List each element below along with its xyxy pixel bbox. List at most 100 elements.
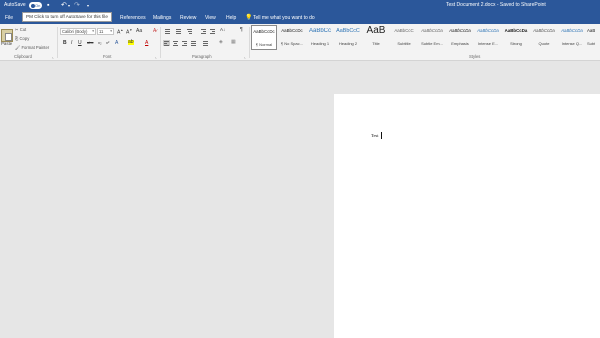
style-preview: AaBbCc <box>308 28 331 34</box>
tab-mailings[interactable]: Mailings <box>153 15 171 21</box>
cut-button[interactable]: ✂ Cut <box>15 27 26 32</box>
subscript-button[interactable]: x₂ <box>98 40 102 45</box>
tab-review[interactable]: Review <box>180 15 196 21</box>
format-painter-label: Format Painter <box>21 45 50 50</box>
font-size-value: 11 <box>99 29 104 34</box>
font-color-icon[interactable]: A <box>145 40 148 46</box>
tab-help[interactable]: Help <box>226 15 236 21</box>
align-left-icon[interactable] <box>163 40 170 46</box>
numbering-icon[interactable] <box>175 28 182 34</box>
style-name: Strong <box>510 41 522 46</box>
font-name-value: Calibri (Body) <box>62 29 88 34</box>
style-preview: AaBbCcC <box>394 28 414 33</box>
style-name: Subtitle <box>397 41 411 46</box>
tab-references[interactable]: References <box>120 15 146 21</box>
style-preview: AaBbCcDa <box>504 28 528 33</box>
style-quote[interactable]: AaBbCcDa Quote <box>531 25 557 50</box>
decrease-indent-icon[interactable] <box>200 28 207 34</box>
bullets-icon[interactable] <box>164 28 171 34</box>
multilevel-list-icon[interactable] <box>186 28 193 34</box>
save-icon[interactable]: ▪ <box>47 1 49 11</box>
style-preview: AaBbCcDc <box>253 29 275 34</box>
borders-icon[interactable]: ▦ <box>231 39 236 45</box>
undo-icon[interactable]: ↶ <box>61 1 67 11</box>
font-group-label: Font <box>103 54 112 59</box>
style-name: Intense E... <box>477 41 499 46</box>
style-name: Title <box>372 41 380 46</box>
paragraph-launcher-icon[interactable]: ⌞ <box>244 54 246 59</box>
style-heading-1[interactable]: AaBbCc Heading 1 <box>307 25 333 50</box>
style-name: ¶ No Spac... <box>281 41 303 46</box>
line-spacing-icon[interactable] <box>202 40 209 46</box>
tab-file[interactable]: File <box>5 15 13 21</box>
copy-label: Copy <box>19 36 30 41</box>
style-preview: AaB <box>366 25 386 36</box>
pilcrow-icon[interactable]: ¶ <box>240 27 243 33</box>
style-name: ¶ Normal <box>255 42 273 47</box>
group-divider <box>57 27 58 58</box>
ribbon: Paste ✂ Cut ⎘ Copy 🖌 Format Painter Clip… <box>0 24 600 61</box>
style-subtitle[interactable]: AaBbCcC Subtitle <box>391 25 417 50</box>
chevron-down-icon: ▾ <box>110 29 112 33</box>
style-emphasis[interactable]: AaBbCcDa Emphasis <box>447 25 473 50</box>
style-intense-quote[interactable]: AaBbCcDa Intense Q... <box>559 25 585 50</box>
shrink-font-icon[interactable]: A▼ <box>126 28 132 36</box>
change-case-icon[interactable]: Aa <box>136 28 142 34</box>
tell-me-search[interactable]: Tell me what you want to do <box>253 15 315 21</box>
highlight-color-icon[interactable]: ab <box>128 40 134 45</box>
style-strong[interactable]: AaBbCcDa Strong <box>503 25 529 50</box>
styles-gallery: AaBbCcDc ¶ Normal AaBbCcDc ¶ No Spac... … <box>250 25 595 51</box>
clear-formatting-icon[interactable]: A̷ <box>153 28 156 34</box>
style-name: Subt... <box>587 41 595 46</box>
paste-button[interactable]: Paste <box>1 41 12 46</box>
document-text[interactable]: Test <box>371 133 379 138</box>
style-name: Intense Q... <box>561 41 583 46</box>
text-cursor <box>381 132 382 139</box>
style-normal[interactable]: AaBbCcDc ¶ Normal <box>251 25 277 50</box>
undo-dropdown-icon[interactable]: ▾ <box>68 1 70 11</box>
style-preview: AaBbCcDa <box>587 28 595 33</box>
font-name-combo[interactable]: Calibri (Body) ▾ <box>60 28 96 35</box>
style-preview: AaBbCcC <box>336 28 360 34</box>
styles-group-label: Styles <box>469 54 481 59</box>
paragraph-group-label: Paragraph <box>192 54 212 59</box>
sort-icon[interactable]: A↓ <box>220 27 225 32</box>
redo-icon[interactable]: ↷ <box>74 1 80 11</box>
style-subtle-reference[interactable]: AaBbCcDa Subt... <box>587 25 595 50</box>
customize-qat-icon[interactable]: ▾ <box>87 1 89 11</box>
shading-icon[interactable]: ◈ <box>219 39 223 45</box>
italic-button[interactable]: I <box>71 40 72 46</box>
text-effects-icon[interactable]: A <box>115 40 118 46</box>
justify-icon[interactable] <box>190 40 197 46</box>
grow-font-icon[interactable]: A▲ <box>117 28 123 36</box>
style-subtle-emphasis[interactable]: AaBbCcDa Subtle Em... <box>419 25 445 50</box>
style-intense-emphasis[interactable]: AaBbCcDa Intense E... <box>475 25 501 50</box>
increase-indent-icon[interactable] <box>209 28 216 34</box>
chevron-down-icon: ▾ <box>92 29 94 33</box>
clipboard-launcher-icon[interactable]: ⌞ <box>52 54 54 59</box>
style-title[interactable]: AaB Title <box>363 25 389 50</box>
align-right-icon[interactable] <box>181 40 188 46</box>
style-preview: AaBbCcDa <box>421 28 443 33</box>
document-page[interactable]: Test <box>334 94 600 338</box>
bold-button[interactable]: B <box>63 40 67 46</box>
style-name: Heading 1 <box>310 41 330 46</box>
strikethrough-button[interactable]: abc <box>87 40 93 45</box>
style-preview: AaBbCcDa <box>561 28 583 33</box>
tab-view[interactable]: View <box>205 15 216 21</box>
underline-button[interactable]: U <box>78 40 82 46</box>
style-no-spacing[interactable]: AaBbCcDc ¶ No Spac... <box>279 25 305 50</box>
font-launcher-icon[interactable]: ⌞ <box>155 54 157 59</box>
style-heading-2[interactable]: AaBbCcC Heading 2 <box>335 25 361 50</box>
style-name: Emphasis <box>451 41 469 46</box>
title-bar: AutoSave On ▪ ↶ ▾ ↷ ▾ Test Document 2.do… <box>0 0 600 12</box>
autosave-toggle[interactable]: On <box>29 2 42 9</box>
font-size-combo[interactable]: 11 ▾ <box>97 28 114 35</box>
copy-button[interactable]: ⎘ Copy <box>15 36 29 41</box>
group-divider <box>160 27 161 58</box>
format-painter-button[interactable]: 🖌 Format Painter <box>15 45 49 51</box>
cut-label: Cut <box>19 27 27 32</box>
align-center-icon[interactable] <box>172 40 179 46</box>
superscript-button[interactable]: x² <box>106 40 109 45</box>
autosave-tooltip: PM Click to turn off AutoSave for this f… <box>22 12 112 22</box>
